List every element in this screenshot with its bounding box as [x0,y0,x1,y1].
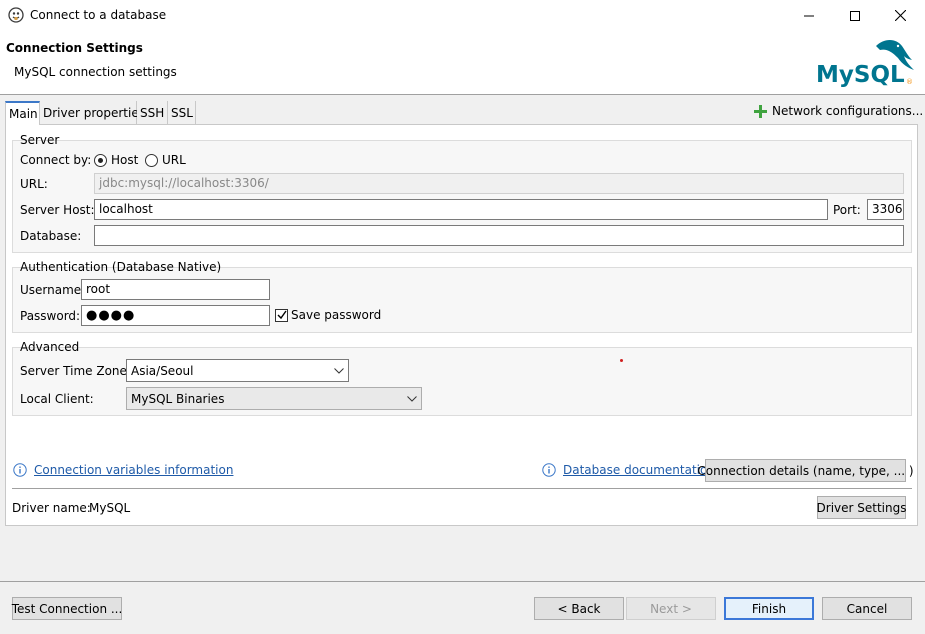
plus-icon [754,104,767,118]
radio-url-button[interactable] [145,153,158,167]
radio-host-button[interactable] [94,153,107,167]
back-button[interactable]: < Back [534,597,624,620]
info-icon [13,463,27,477]
minimize-icon [803,15,814,16]
database-label: Database: [20,229,82,243]
tab-ssh[interactable]: SSH [137,101,168,125]
driver-name-label: Driver name: [12,501,91,515]
port-label: Port: [833,203,861,217]
password-label: Password: [20,309,81,323]
local-client-value: MySQL Binaries [131,391,225,406]
advanced-group-label: Advanced [20,340,80,354]
finish-button[interactable]: Finish [724,597,814,620]
svg-text:®: ® [906,78,913,86]
username-field[interactable]: root [81,279,270,300]
url-field[interactable]: jdbc:mysql://localhost:3306/ [94,173,904,194]
mysql-logo-text: MySQL [816,62,905,88]
radio-url[interactable]: URL [145,153,186,167]
mysql-logo: MySQL ® [816,40,914,88]
page-subtitle: MySQL connection settings [14,65,177,79]
next-button[interactable]: Next > [626,597,716,620]
username-label: Username: [20,283,86,297]
chevron-down-icon [334,367,344,374]
dbeaver-beaver-icon [8,7,24,23]
connection-details-button[interactable]: Connection details (name, type, ... ) [697,459,914,482]
connection-variables-link[interactable]: Connection variables information [34,463,233,477]
tab-ssl[interactable]: SSL [168,101,196,125]
radio-host-label: Host [111,153,139,167]
radio-host[interactable]: Host [94,153,138,167]
info-icon [542,463,556,477]
save-password-check[interactable] [275,308,288,322]
close-button[interactable] [878,0,923,31]
timezone-value: Asia/Seoul [131,363,194,378]
red-dot-marker [620,359,623,362]
radio-url-label: URL [162,153,186,167]
database-field[interactable] [94,225,904,246]
port-field[interactable]: 3306 [867,199,904,220]
timezone-select[interactable]: Asia/Seoul [126,359,349,382]
local-client-label: Local Client: [20,392,94,406]
maximize-icon [849,10,860,21]
chevron-down-icon [407,395,417,402]
checkmark-icon [277,310,287,320]
window-title: Connect to a database [30,8,167,22]
save-password-label: Save password [291,308,382,322]
server-host-label: Server Host: [20,203,95,217]
local-client-select[interactable]: MySQL Binaries [126,387,422,410]
timezone-label: Server Time Zone: [20,364,131,378]
minimize-button[interactable] [786,0,831,31]
url-label: URL: [20,177,48,191]
network-configurations-link[interactable]: Network configurations... [754,104,923,118]
database-documentation-link[interactable]: Database documentation [563,463,715,477]
close-icon [895,10,906,21]
driver-name-value: MySQL [89,501,131,515]
auth-group-label: Authentication (Database Native) [20,260,222,274]
footer-divider [0,581,925,582]
server-host-field[interactable]: localhost [94,199,828,220]
test-connection-button[interactable]: Test Connection ... [12,597,122,620]
network-configurations-label: Network configurations... [772,104,924,118]
maximize-button[interactable] [832,0,877,31]
connect-by-label: Connect by: [20,153,92,167]
driver-settings-button[interactable]: Driver Settings [817,496,906,519]
server-group-label: Server [20,133,60,147]
password-field[interactable]: ●●●● [81,305,270,326]
page-title: Connection Settings [6,41,143,55]
divider [12,488,912,489]
cancel-button[interactable]: Cancel [822,597,912,620]
tab-main[interactable]: Main [5,101,40,125]
save-password-checkbox[interactable]: Save password [275,308,381,322]
tab-driver-properties[interactable]: Driver properties [40,101,145,125]
